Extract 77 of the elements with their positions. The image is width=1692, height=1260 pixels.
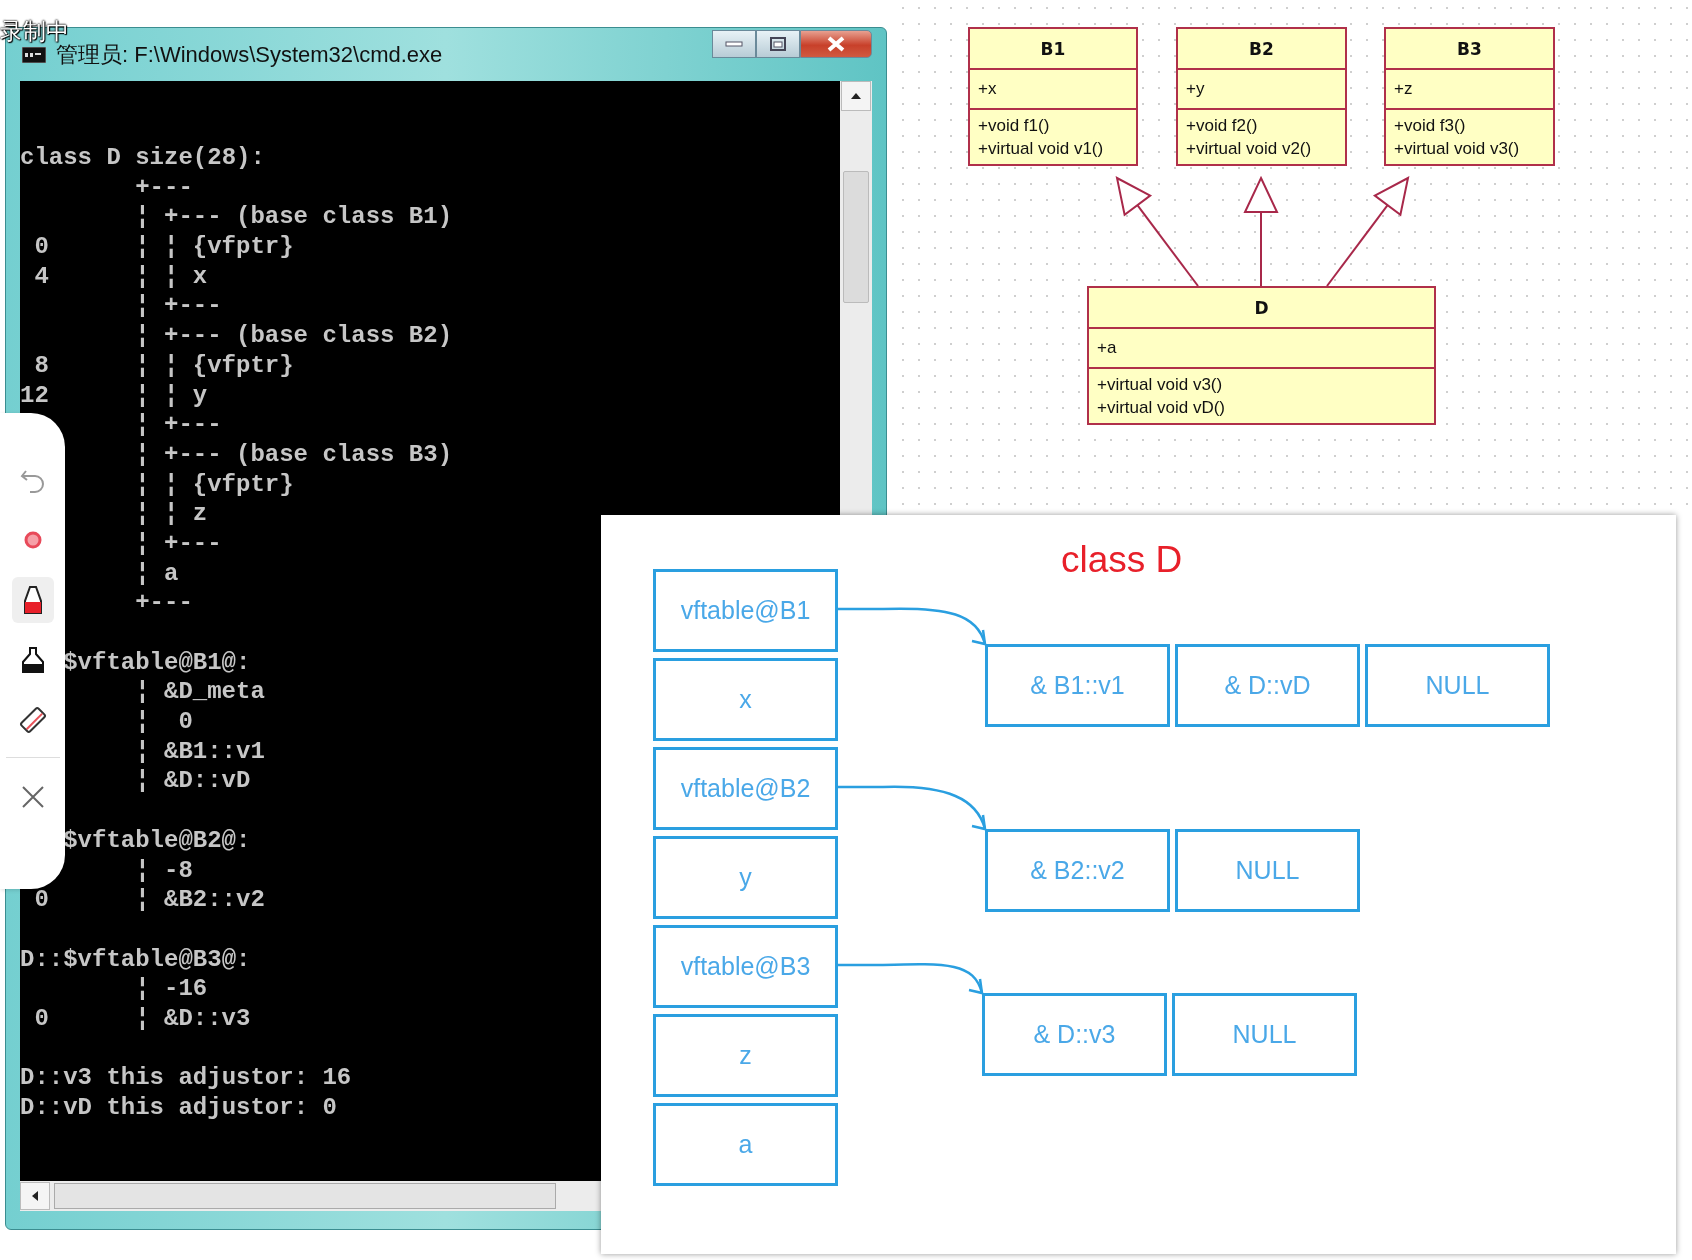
console-line: ¦ &D::vD bbox=[135, 766, 251, 797]
memory-cell: y bbox=[653, 836, 838, 919]
console-line: ¦ a bbox=[135, 558, 179, 589]
vtable-cell: NULL bbox=[1172, 993, 1357, 1076]
console-line: ¦ ¦ {vfptr} bbox=[135, 469, 294, 500]
maximize-button[interactable] bbox=[756, 30, 800, 58]
console-line: ¦ +--- (base class B1) bbox=[135, 202, 453, 233]
memory-cell: z bbox=[653, 1014, 838, 1097]
console-line: $vftable@B1@: bbox=[63, 647, 251, 678]
diagram-title: class D bbox=[1061, 539, 1183, 581]
maximize-icon bbox=[770, 37, 786, 51]
vtable-cell: & D::v3 bbox=[982, 993, 1167, 1076]
method-text: +virtual void v3() bbox=[1394, 138, 1521, 160]
memory-cell: vftable@B1 bbox=[653, 569, 838, 652]
attribute-text: +y bbox=[1186, 79, 1205, 99]
class-name: B3 bbox=[1457, 38, 1482, 59]
console-line: 8 ¦ ¦ {vfptr} bbox=[34, 350, 294, 381]
scroll-left-button[interactable] bbox=[20, 1182, 50, 1210]
memory-cell: a bbox=[653, 1103, 838, 1186]
vtable-cell: & B1::v1 bbox=[985, 644, 1170, 727]
memory-cell: vftable@B2 bbox=[653, 747, 838, 830]
method-text: +void f2() bbox=[1186, 115, 1259, 137]
method-text: +void f3() bbox=[1394, 115, 1467, 137]
console-line: ¦ -8 bbox=[135, 855, 193, 886]
console-line: ¦ +--- (base class B3) bbox=[135, 439, 453, 470]
class-name: D bbox=[1254, 297, 1269, 318]
attribute-text: +z bbox=[1394, 79, 1413, 99]
console-icon bbox=[22, 46, 46, 63]
console-line: ¦ 0 bbox=[135, 707, 193, 737]
left-arrow-icon bbox=[31, 1190, 39, 1202]
method-text: +virtual void v2() bbox=[1186, 138, 1313, 160]
attribute-text: +a bbox=[1097, 338, 1117, 358]
console-line: ¦ -16 bbox=[135, 974, 208, 1004]
console-line: D::v3 this adjustor: 16 bbox=[20, 1063, 352, 1093]
minimize-icon bbox=[725, 40, 743, 48]
vtable-cell: NULL bbox=[1175, 829, 1360, 912]
close-icon bbox=[827, 36, 845, 52]
console-line: class D size(28): bbox=[20, 143, 265, 173]
console-line: +--- bbox=[135, 172, 193, 203]
scroll-up-button[interactable] bbox=[841, 81, 871, 111]
vtable-cell: NULL bbox=[1365, 644, 1550, 727]
scrollbar-thumb[interactable] bbox=[843, 171, 869, 303]
console-line: ¦ +--- bbox=[135, 528, 222, 559]
method-text: +virtual void v1() bbox=[978, 138, 1105, 160]
vtable-cell: & B2::v2 bbox=[985, 829, 1170, 912]
console-line: D::vD this adjustor: 0 bbox=[20, 1093, 337, 1123]
console-line: D::$vftable@B3@: bbox=[20, 944, 251, 975]
console-line: 4 ¦ ¦ x bbox=[34, 261, 208, 292]
memory-cell: x bbox=[653, 658, 838, 741]
method-text: +void f1() bbox=[978, 115, 1051, 137]
console-line: +--- bbox=[135, 588, 193, 618]
console-line: ¦ +--- bbox=[135, 291, 222, 322]
record-icon bbox=[22, 530, 43, 550]
vtable-cell: & D::vD bbox=[1175, 644, 1360, 727]
console-line: ¦ &B1::v1 bbox=[135, 736, 265, 767]
console-line: ¦ +--- (base class B2) bbox=[135, 321, 453, 351]
console-line: ¦ &D_meta bbox=[135, 677, 265, 708]
close-button[interactable] bbox=[800, 30, 872, 58]
method-text: +virtual void vD() bbox=[1097, 397, 1226, 419]
pen-tool[interactable] bbox=[11, 577, 54, 623]
scrollbar-thumb[interactable] bbox=[54, 1183, 556, 1209]
minimize-button[interactable] bbox=[712, 30, 756, 58]
console-line: 0 ¦ &B2::v2 bbox=[34, 885, 265, 915]
method-text: +virtual void v3() bbox=[1097, 374, 1224, 396]
console-line: $vftable@B2@: bbox=[63, 825, 251, 856]
marker-icon bbox=[19, 646, 46, 674]
class-name: B1 bbox=[1040, 38, 1066, 59]
console-line: ¦ +--- bbox=[135, 410, 222, 440]
close-icon bbox=[20, 785, 45, 809]
console-line: ¦ ¦ z bbox=[135, 499, 208, 529]
memory-cell: vftable@B3 bbox=[653, 925, 838, 1008]
up-arrow-icon bbox=[850, 92, 862, 100]
console-line: 0 ¦ ¦ {vfptr} bbox=[34, 232, 294, 262]
console-line: 0 ¦ &D::v3 bbox=[34, 1003, 251, 1034]
console-line: 12 ¦ ¦ y bbox=[20, 380, 208, 411]
class-name: B2 bbox=[1249, 38, 1274, 59]
attribute-text: +x bbox=[978, 79, 997, 99]
